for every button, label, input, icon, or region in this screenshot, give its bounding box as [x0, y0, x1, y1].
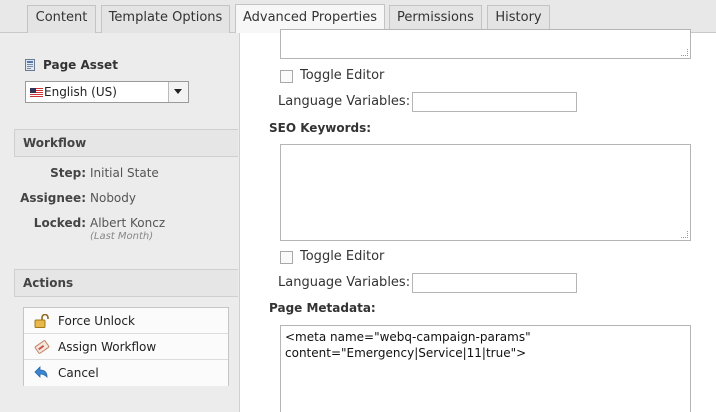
workflow-assignee-value: Nobody: [90, 191, 136, 205]
page-asset-icon: [25, 59, 35, 71]
workflow-locked-when: (Last Month): [90, 231, 154, 242]
cancel-button[interactable]: Cancel: [24, 360, 228, 386]
workflow-step-label: Step:: [50, 166, 86, 180]
language-select-value: English (US): [44, 85, 117, 99]
workflow-locked-label: Locked:: [33, 216, 86, 230]
assign-workflow-button[interactable]: Assign Workflow: [24, 334, 228, 360]
chevron-down-icon: [174, 89, 182, 94]
language-select-toggle[interactable]: [168, 82, 188, 102]
cancel-label: Cancel: [58, 366, 99, 380]
seo-keywords-label: SEO Keywords:: [269, 121, 372, 135]
page-asset-title: Page Asset: [43, 58, 118, 72]
advanced-properties-form: Toggle Editor Language Variables: SEO Ke…: [241, 29, 716, 412]
workflow-heading: Workflow: [23, 136, 87, 150]
language-variables-input-2[interactable]: [412, 273, 577, 293]
page-metadata-value: <meta name="webq-campaign-params" conten…: [285, 330, 531, 360]
toggle-editor-label-2: Toggle Editor: [300, 249, 385, 264]
force-unlock-button[interactable]: Force Unlock: [24, 308, 228, 334]
toggle-editor-checkbox-1[interactable]: [280, 70, 293, 83]
language-variables-label-2: Language Variables:: [278, 275, 411, 290]
actions-heading: Actions: [23, 276, 74, 290]
workflow-locked-value: Albert Koncz: [90, 216, 166, 230]
top-textarea[interactable]: [280, 29, 691, 59]
toggle-editor-label-1: Toggle Editor: [300, 68, 385, 83]
assign-workflow-label: Assign Workflow: [58, 340, 157, 354]
tab-template-options[interactable]: Template Options: [101, 5, 230, 33]
language-variables-label-1: Language Variables:: [278, 94, 411, 109]
actions-list: Force Unlock Assign Workflow Cancel: [23, 307, 229, 386]
us-flag-icon: [30, 88, 43, 97]
unlock-icon: [34, 314, 49, 328]
cancel-back-icon: [34, 366, 48, 378]
language-variables-input-1[interactable]: [412, 92, 577, 112]
workflow-step-value: Initial State: [90, 166, 159, 180]
language-select[interactable]: English (US): [25, 81, 189, 103]
force-unlock-label: Force Unlock: [58, 314, 135, 328]
tab-content[interactable]: Content: [27, 5, 96, 33]
workflow-assignee-label: Assignee:: [20, 191, 86, 205]
workflow-panel-header: Workflow: [14, 129, 238, 157]
assign-workflow-icon: [34, 340, 50, 354]
resize-handle-icon[interactable]: [681, 231, 688, 238]
actions-panel-header: Actions: [14, 269, 238, 297]
sidebar: Page Asset English (US) Workflow Step: I…: [0, 33, 240, 412]
page-metadata-textarea[interactable]: <meta name="webq-campaign-params" conten…: [280, 325, 691, 412]
resize-handle-icon[interactable]: [681, 49, 688, 56]
toggle-editor-checkbox-2[interactable]: [280, 251, 293, 264]
seo-keywords-textarea[interactable]: [280, 144, 691, 241]
page-metadata-label: Page Metadata:: [269, 301, 376, 315]
